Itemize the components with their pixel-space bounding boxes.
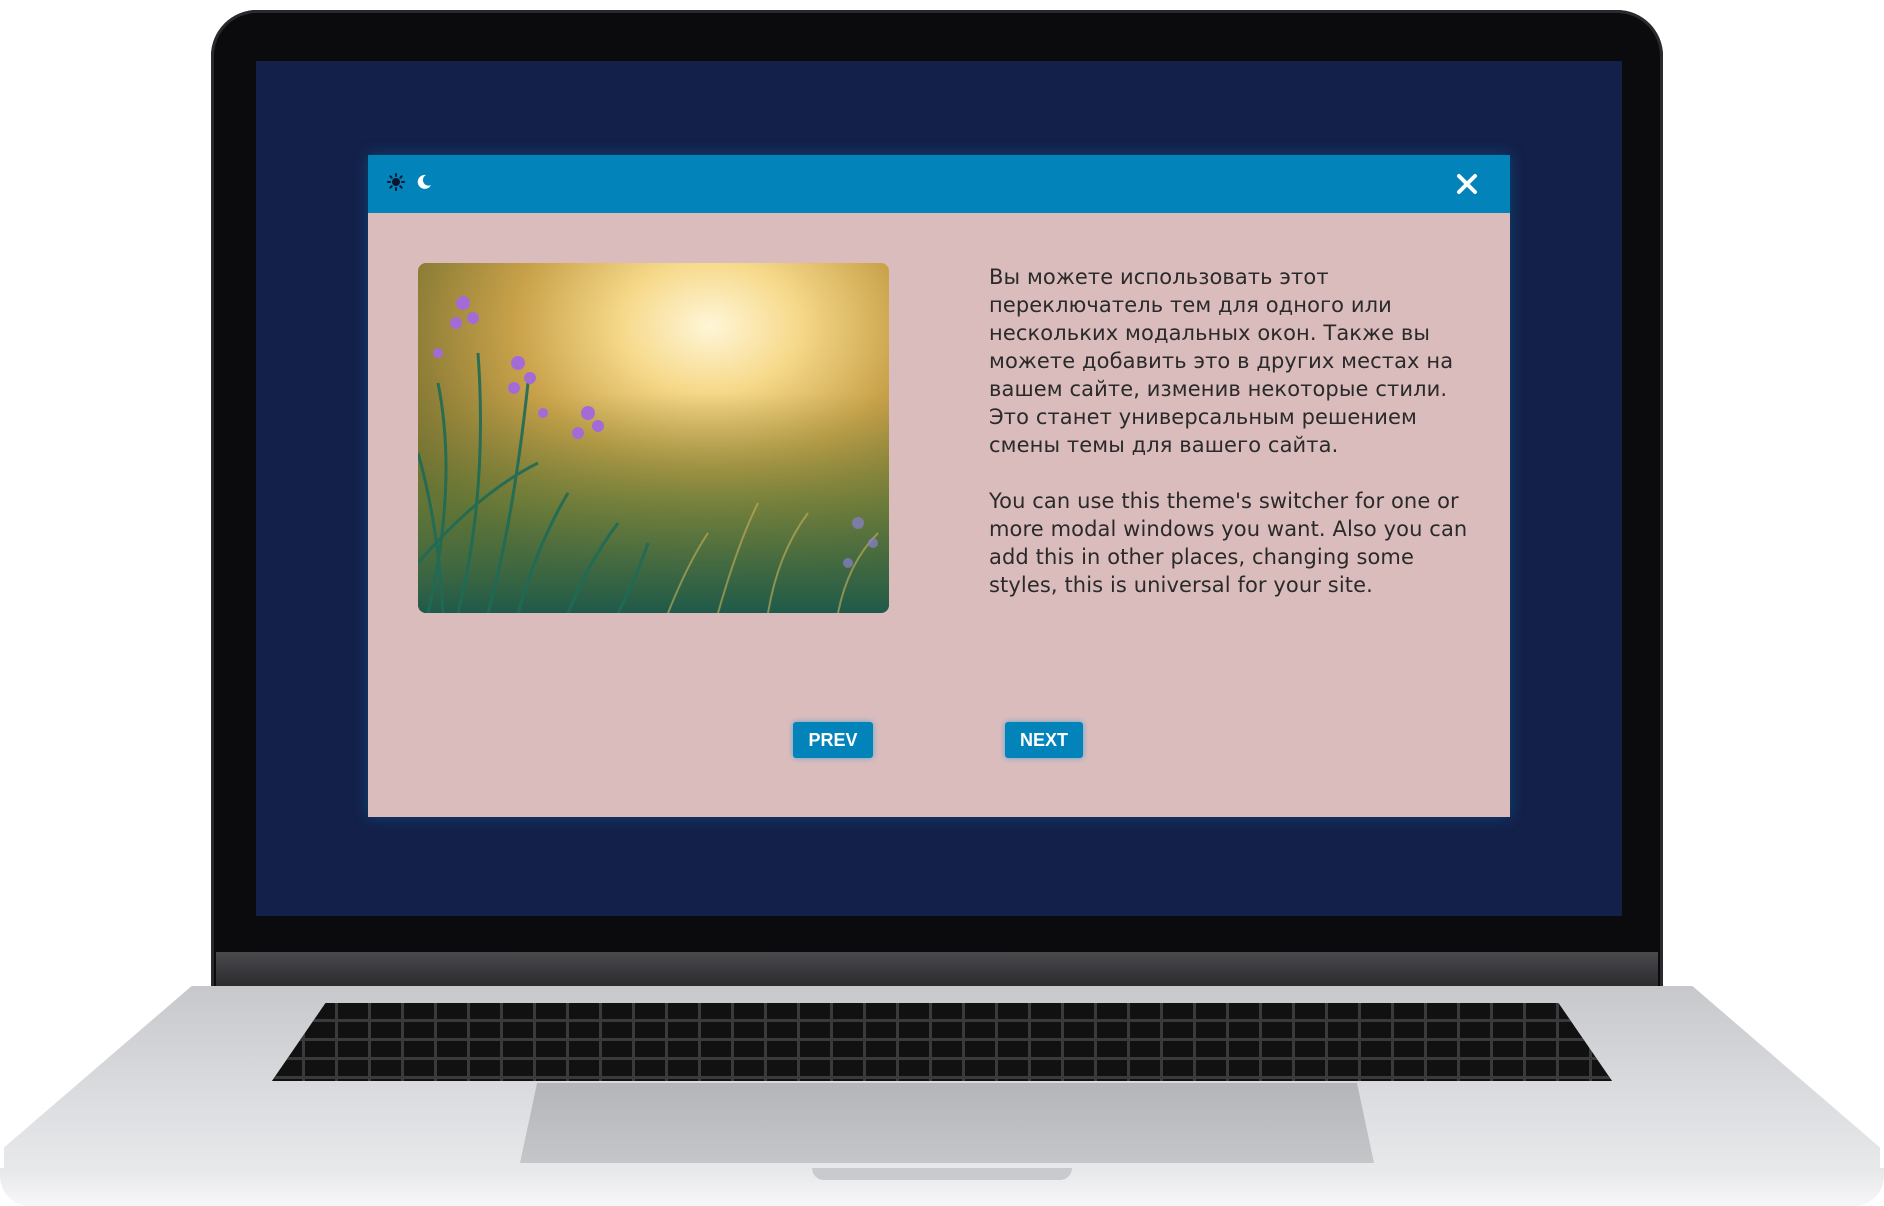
description-english: You can use this theme's switcher for on… bbox=[989, 489, 1468, 597]
modal-description: Вы можете использовать этот переключател… bbox=[989, 263, 1489, 627]
laptop-hinge bbox=[216, 952, 1658, 986]
next-button[interactable]: NEXT bbox=[1005, 722, 1083, 758]
prev-button[interactable]: PREV bbox=[793, 722, 873, 758]
modal-window: Вы можете использовать этот переключател… bbox=[368, 155, 1510, 817]
description-russian: Вы можете использовать этот переключател… bbox=[989, 265, 1454, 457]
flowers-meadow-photo bbox=[418, 263, 889, 613]
laptop-keyboard bbox=[272, 1003, 1612, 1081]
sun-icon[interactable] bbox=[384, 170, 408, 194]
laptop-notch bbox=[812, 1168, 1072, 1180]
modal-header bbox=[368, 155, 1510, 213]
laptop-trackpad bbox=[520, 1083, 1374, 1163]
close-icon[interactable] bbox=[1452, 169, 1482, 199]
moon-icon[interactable] bbox=[412, 170, 436, 194]
